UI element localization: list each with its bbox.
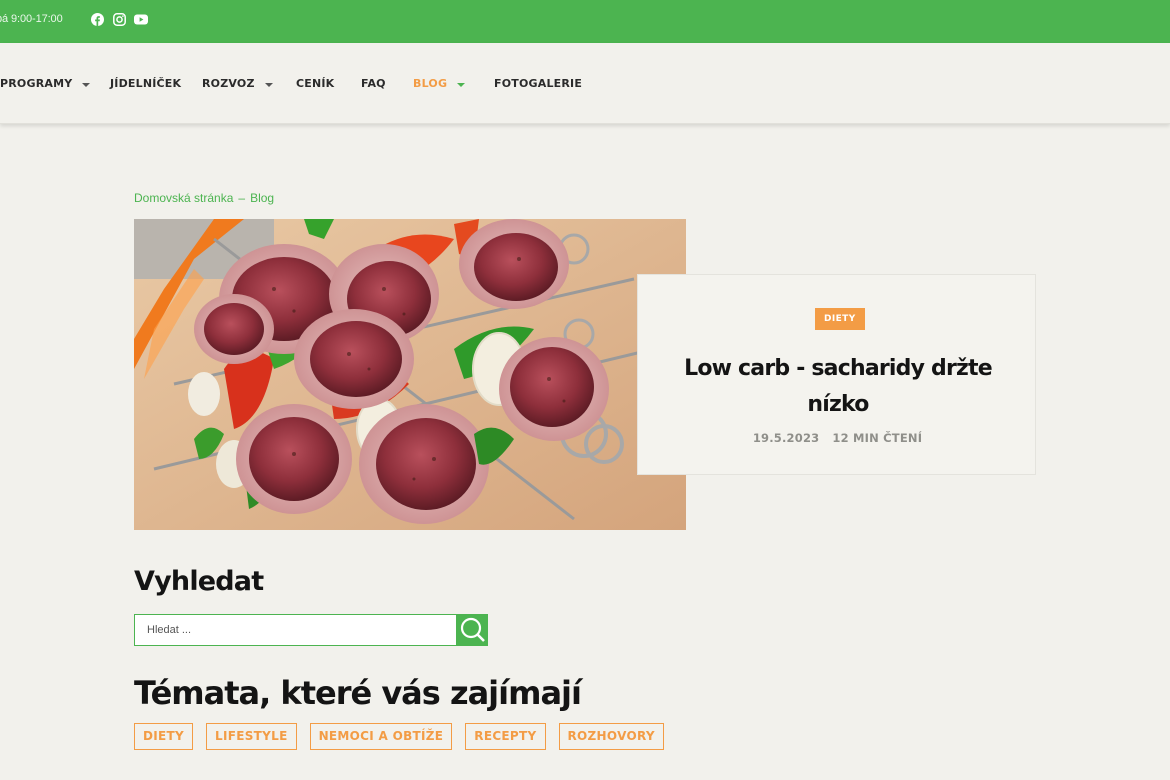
nav-item-label: BLOG [413,77,448,90]
post-date: 19.5.2023 [752,431,820,445]
nav-item-jidelnicek[interactable]: JÍDELNÍČEK [110,77,181,90]
tag-lifestyle[interactable]: LIFESTYLE [206,723,297,750]
chevron-down-icon [264,82,273,87]
search-input[interactable] [134,614,456,646]
nav-item-label: FOTOGALERIE [494,77,583,90]
topics-heading: Témata, které vás zajímají [134,674,582,712]
search-icon [459,616,485,645]
nav-item-label: ROZVOZ [202,77,255,90]
search-form [134,614,488,646]
nav-item-programy[interactable]: PROGRAMY [0,77,91,90]
nav-item-faq[interactable]: FAQ [361,77,386,90]
post-card[interactable]: DIETY Low carb - sacharidy držte nízko 1… [637,274,1036,475]
main-navigation: PROGRAMY JÍDELNÍČEK ROZVOZ CENÍK FAQ BLO… [0,43,1170,124]
breadcrumb: Domovská stránka – Blog [134,191,274,205]
nav-item-fotogalerie[interactable]: FOTOGALERIE [494,77,582,90]
top-bar: pá 9:00-17:00 [0,0,1170,43]
topic-tags: DIETY LIFESTYLE NEMOCI A OBTÍŽE RECEPTY … [134,723,664,750]
tag-recepty[interactable]: RECEPTY [465,723,546,750]
tag-diety[interactable]: DIETY [134,723,193,750]
instagram-icon[interactable] [112,12,126,26]
tag-nemoci-a-obtize[interactable]: NEMOCI A OBTÍŽE [309,723,453,750]
nav-item-rozvoz[interactable]: ROZVOZ [202,77,273,90]
breadcrumb-separator: – [238,191,246,205]
post-title[interactable]: Low carb - sacharidy držte nízko [678,351,998,423]
opening-hours: pá 9:00-17:00 [0,13,63,25]
search-button[interactable] [456,614,488,646]
post-category-badge[interactable]: DIETY [815,308,865,330]
nav-item-blog[interactable]: BLOG [413,77,466,90]
nav-item-label: JÍDELNÍČEK [110,77,182,90]
chevron-down-icon [82,82,91,87]
search-heading: Vyhledat [134,566,264,597]
post-read-time: 12 MIN ČTENÍ [832,431,923,445]
nav-item-cenik[interactable]: CENÍK [296,77,334,90]
nav-item-label: CENÍK [296,77,335,90]
nav-item-label: FAQ [361,77,386,90]
post-featured-image[interactable] [134,219,686,530]
youtube-icon[interactable] [134,12,148,26]
post-meta: 19.5.2023 12 MIN ČTENÍ [638,431,1037,445]
social-links [90,12,148,26]
chevron-down-icon [457,82,466,87]
tag-rozhovory[interactable]: ROZHOVORY [558,723,664,750]
breadcrumb-home-link[interactable]: Domovská stránka [134,191,233,205]
breadcrumb-current: Blog [250,191,275,205]
nav-item-label: PROGRAMY [0,77,73,90]
facebook-icon[interactable] [90,12,104,26]
